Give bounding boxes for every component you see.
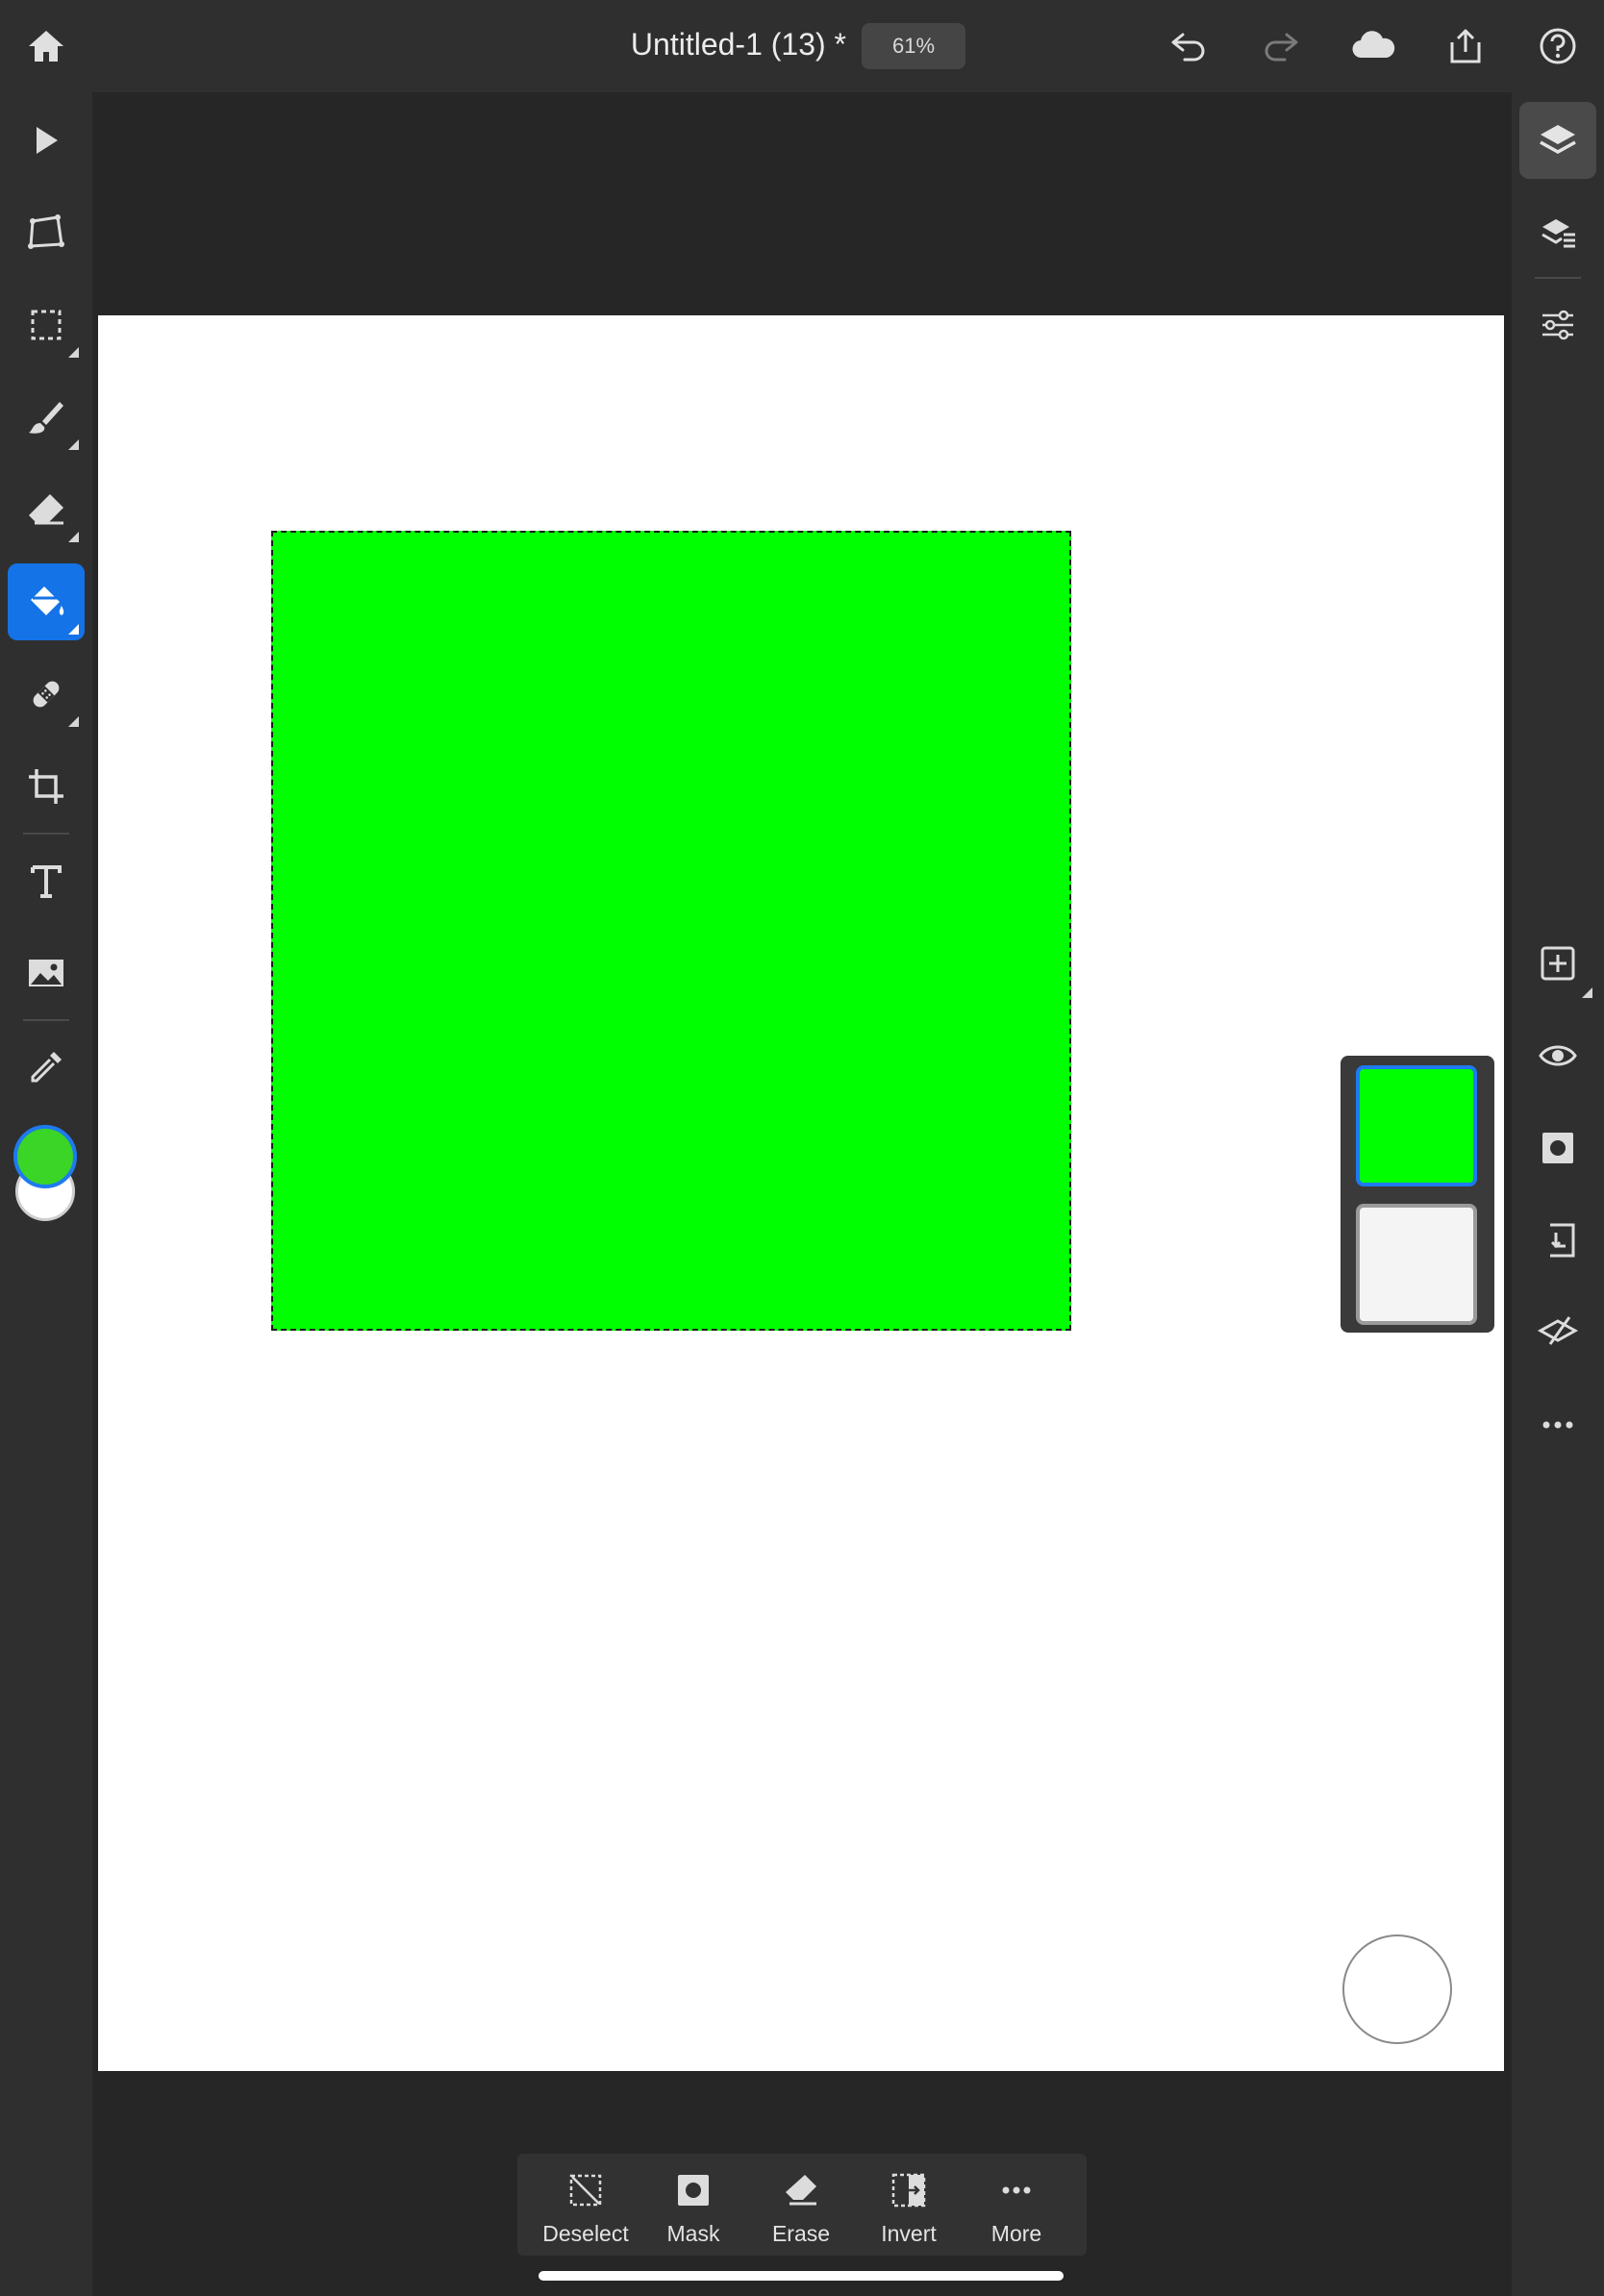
- layer-thumbnail-green[interactable]: [1356, 1065, 1477, 1186]
- layers-icon[interactable]: [1519, 102, 1596, 179]
- invert-button[interactable]: Invert: [856, 2154, 962, 2256]
- layer-properties-icon[interactable]: [1519, 194, 1596, 271]
- touch-modifier-button[interactable]: [1342, 1934, 1452, 2044]
- place-image-icon[interactable]: [8, 935, 85, 1011]
- redo-icon[interactable]: [1252, 17, 1310, 75]
- foreground-color-swatch[interactable]: [13, 1125, 77, 1188]
- layer-thumbnail-background[interactable]: [1356, 1204, 1477, 1325]
- toolbar-divider: [23, 833, 69, 835]
- cloud-icon[interactable]: [1344, 17, 1402, 75]
- select-icon[interactable]: [8, 102, 85, 179]
- erase-label: Erase: [771, 2221, 831, 2246]
- mask-icon: [674, 2167, 713, 2213]
- help-icon[interactable]: [1529, 17, 1587, 75]
- home-icon[interactable]: [17, 17, 75, 75]
- invert-icon: [890, 2167, 928, 2213]
- eraser-icon[interactable]: [8, 471, 85, 548]
- mask-label: Mask: [666, 2221, 720, 2246]
- document-title[interactable]: Untitled-1 (13) *: [615, 27, 846, 62]
- merge-icon[interactable]: [1519, 1294, 1596, 1371]
- transform-icon[interactable]: [8, 194, 85, 271]
- eyedropper-icon[interactable]: [8, 1029, 85, 1106]
- marquee-icon[interactable]: [8, 287, 85, 363]
- invert-label: Invert: [881, 2221, 937, 2246]
- eraser-icon: [782, 2167, 820, 2213]
- visibility-icon[interactable]: [1519, 1017, 1596, 1094]
- share-icon[interactable]: [1437, 17, 1494, 75]
- clipping-icon[interactable]: [1519, 1202, 1596, 1279]
- deselect-label: Deselect: [542, 2221, 629, 2246]
- type-icon[interactable]: [8, 842, 85, 919]
- deselect-button[interactable]: Deselect: [533, 2154, 639, 2256]
- mask-icon[interactable]: [1519, 1110, 1596, 1186]
- paint-bucket-icon[interactable]: [8, 563, 85, 640]
- contextual-taskbar: Deselect Mask Erase Invert More: [517, 2154, 1087, 2256]
- healing-icon[interactable]: [8, 656, 85, 733]
- add-layer-icon[interactable]: [1519, 925, 1596, 1002]
- zoom-level[interactable]: 61%: [862, 23, 965, 69]
- crop-icon[interactable]: [8, 748, 85, 825]
- right-panel: [1512, 92, 1604, 2296]
- more-icon[interactable]: [1519, 1386, 1596, 1463]
- more-button[interactable]: More: [964, 2154, 1069, 2256]
- more-label: More: [990, 2221, 1042, 2246]
- deselect-icon: [566, 2167, 605, 2213]
- erase-button[interactable]: Erase: [748, 2154, 854, 2256]
- undo-icon[interactable]: [1160, 17, 1217, 75]
- more-icon: [997, 2167, 1036, 2213]
- selection-area[interactable]: [271, 531, 1071, 1331]
- mask-button[interactable]: Mask: [640, 2154, 746, 2256]
- top-bar: Untitled-1 (13) * 61%: [0, 0, 1604, 92]
- brush-icon[interactable]: [8, 379, 85, 456]
- toolbar-divider: [23, 1019, 69, 1021]
- layer-thumbnails: [1341, 1056, 1494, 1333]
- adjustments-icon[interactable]: [1519, 287, 1596, 363]
- home-indicator[interactable]: [539, 2271, 1064, 2281]
- panel-divider: [1535, 277, 1581, 279]
